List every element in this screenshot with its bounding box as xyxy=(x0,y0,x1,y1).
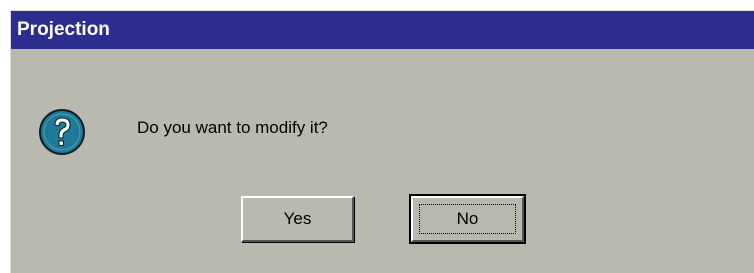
no-button[interactable]: No xyxy=(409,194,526,244)
dialog-message: Do you want to modify it? xyxy=(137,118,328,137)
question-icon xyxy=(39,109,85,155)
yes-button-label: Yes xyxy=(283,209,312,228)
no-button-label: No xyxy=(456,209,479,228)
yes-button[interactable]: Yes xyxy=(241,196,354,242)
dialog-title: Projection xyxy=(11,11,754,49)
dialog-window: Projection Do you want to modify it? Yes… xyxy=(10,10,754,273)
